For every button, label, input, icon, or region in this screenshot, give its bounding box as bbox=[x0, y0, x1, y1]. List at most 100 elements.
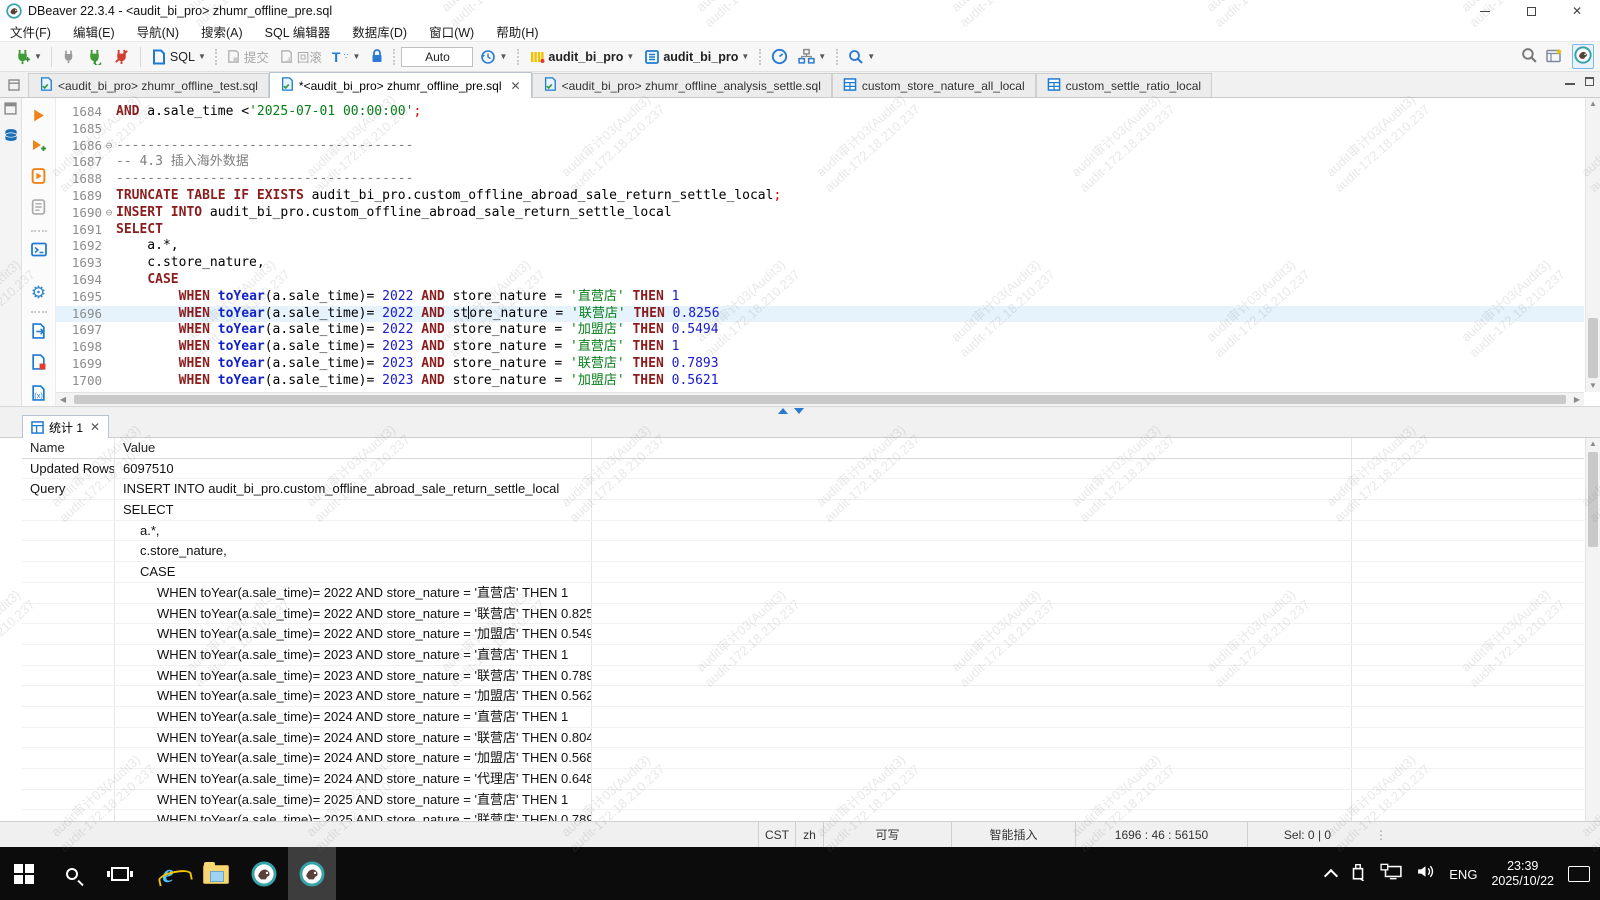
notification-center-icon[interactable] bbox=[1568, 866, 1590, 882]
chevron-down-icon[interactable]: ▼ bbox=[741, 52, 749, 61]
dbeaver-taskbar-button-active[interactable] bbox=[288, 847, 336, 900]
code-line-1700[interactable]: 1700 WHEN toYear(a.sale_time)= 2023 AND … bbox=[56, 373, 1584, 390]
chevron-down-icon[interactable]: ▼ bbox=[499, 52, 507, 61]
code-line-1689[interactable]: 1689TRUNCATE TABLE IF EXISTS audit_bi_pr… bbox=[56, 188, 1584, 205]
autocommit-selector[interactable]: Auto bbox=[401, 47, 473, 67]
table-row-4[interactable]: c.store_nature, bbox=[22, 541, 1584, 562]
file-explorer-button[interactable] bbox=[192, 847, 240, 900]
templates-button[interactable]: (x) bbox=[31, 385, 46, 406]
table-row-13[interactable]: WHEN toYear(a.sale_time)= 2024 AND store… bbox=[22, 728, 1584, 749]
lock-icon[interactable] bbox=[367, 47, 387, 66]
table-row-2[interactable]: SELECT bbox=[22, 500, 1584, 521]
sql-editor[interactable]: 1684AND a.sale_time <'2025-07-01 00:00:0… bbox=[56, 98, 1600, 406]
code-line-1692[interactable]: 1692 a.*, bbox=[56, 238, 1584, 255]
splitter-collapse-down-icon[interactable] bbox=[794, 408, 804, 414]
editor-horizontal-scrollbar[interactable]: ◀ ▶ bbox=[56, 392, 1584, 406]
quick-search-icon[interactable] bbox=[1521, 47, 1538, 67]
menu-item-6[interactable]: 窗口(W) bbox=[429, 22, 474, 41]
table-row-7[interactable]: WHEN toYear(a.sale_time)= 2022 AND store… bbox=[22, 604, 1584, 625]
scroll-up-arrow[interactable]: ▲ bbox=[1586, 98, 1600, 110]
reconnect-button[interactable] bbox=[83, 46, 106, 67]
table-row-6[interactable]: WHEN toYear(a.sale_time)= 2022 AND store… bbox=[22, 583, 1584, 604]
table-row-9[interactable]: WHEN toYear(a.sale_time)= 2023 AND store… bbox=[22, 645, 1584, 666]
tray-expand-icon[interactable] bbox=[1324, 869, 1338, 883]
language-indicator[interactable]: ENG bbox=[1449, 867, 1477, 882]
taskbar-search-button[interactable] bbox=[48, 847, 96, 900]
transaction-mode-button[interactable]: T∵ ▼ bbox=[329, 47, 364, 67]
code-line-1693[interactable]: 1693 c.store_nature, bbox=[56, 255, 1584, 272]
new-connection-button[interactable]: ▼ bbox=[11, 46, 45, 67]
network-tray-icon[interactable] bbox=[1380, 863, 1402, 885]
table-row-8[interactable]: WHEN toYear(a.sale_time)= 2022 AND store… bbox=[22, 624, 1584, 645]
execute-new-tab-button[interactable] bbox=[31, 138, 47, 158]
export-result-button[interactable] bbox=[31, 323, 46, 344]
code-line-1695[interactable]: 1695 WHEN toYear(a.sale_time)= 2022 AND … bbox=[56, 289, 1584, 306]
scroll-down-arrow[interactable]: ▼ bbox=[1586, 380, 1600, 392]
settings-gear-icon[interactable]: ⚙ bbox=[31, 285, 46, 301]
chevron-down-icon[interactable]: ▼ bbox=[34, 52, 42, 61]
menu-item-1[interactable]: 编辑(E) bbox=[73, 22, 115, 41]
disconnect-button[interactable] bbox=[110, 46, 133, 67]
scroll-up-arrow[interactable]: ▲ bbox=[1586, 438, 1600, 450]
code-line-1690[interactable]: 1690⊖INSERT INTO audit_bi_pro.custom_off… bbox=[56, 205, 1584, 222]
panel-splitter[interactable] bbox=[0, 406, 1600, 415]
chevron-down-icon[interactable]: ▼ bbox=[818, 52, 826, 61]
table-row-0[interactable]: Updated Rows6097510 bbox=[22, 459, 1584, 480]
close-icon[interactable]: ✕ bbox=[511, 79, 521, 93]
commit-button[interactable]: 提交 bbox=[223, 45, 272, 68]
status-item-5[interactable]: Sel: 0 | 0 bbox=[1247, 822, 1367, 847]
table-row-10[interactable]: WHEN toYear(a.sale_time)= 2023 AND store… bbox=[22, 666, 1584, 687]
menu-item-2[interactable]: 导航(N) bbox=[137, 22, 179, 41]
minimize-panel-icon[interactable] bbox=[1565, 77, 1575, 85]
fold-marker-icon[interactable]: ⊖ bbox=[102, 205, 116, 222]
code-line-1686[interactable]: 1686⊖-----------------------------------… bbox=[56, 138, 1584, 155]
volume-icon[interactable] bbox=[1416, 863, 1435, 885]
editor-tab-0[interactable]: <audit_bi_pro> zhumr_offline_test.sql bbox=[28, 73, 269, 97]
dashboard-button[interactable] bbox=[768, 46, 791, 67]
menu-item-5[interactable]: 数据库(D) bbox=[352, 22, 407, 41]
table-row-5[interactable]: CASE bbox=[22, 562, 1584, 583]
usb-tray-icon[interactable] bbox=[1350, 863, 1366, 886]
connection-selector[interactable]: audit_bi_pro ▼ bbox=[526, 47, 637, 67]
menu-item-0[interactable]: 文件(F) bbox=[10, 22, 51, 41]
code-line-1685[interactable]: 1685 bbox=[56, 121, 1584, 138]
stats-vertical-scrollbar[interactable]: ▲ bbox=[1585, 438, 1600, 821]
minimize-button[interactable] bbox=[1462, 0, 1508, 22]
table-row-1[interactable]: QueryINSERT INTO audit_bi_pro.custom_off… bbox=[22, 479, 1584, 500]
chevron-down-icon[interactable]: ▼ bbox=[867, 52, 875, 61]
menu-item-7[interactable]: 帮助(H) bbox=[496, 22, 538, 41]
table-row-17[interactable]: WHEN toYear(a.sale_time)= 2025 AND store… bbox=[22, 810, 1584, 821]
editor-tab-4[interactable]: custom_settle_ratio_local bbox=[1036, 73, 1212, 97]
code-line-1687[interactable]: 1687-- 4.3 插入海外数据 bbox=[56, 154, 1584, 171]
menu-item-4[interactable]: SQL 编辑器 bbox=[265, 22, 331, 41]
erd-button[interactable]: ▼ bbox=[795, 46, 829, 67]
restore-view-icon[interactable] bbox=[4, 102, 17, 120]
menu-item-3[interactable]: 搜索(A) bbox=[201, 22, 243, 41]
chevron-down-icon[interactable]: ▼ bbox=[198, 52, 206, 61]
task-view-button[interactable] bbox=[96, 847, 144, 900]
table-row-14[interactable]: WHEN toYear(a.sale_time)= 2024 AND store… bbox=[22, 748, 1584, 769]
perspective-icon[interactable] bbox=[1546, 47, 1564, 67]
column-header-value[interactable]: Value bbox=[115, 438, 592, 458]
table-row-12[interactable]: WHEN toYear(a.sale_time)= 2024 AND store… bbox=[22, 707, 1584, 728]
start-button[interactable] bbox=[0, 847, 48, 900]
save-report-button[interactable] bbox=[31, 354, 46, 375]
sql-editor-button[interactable]: SQL ▼ bbox=[148, 47, 209, 67]
dbeaver-taskbar-button[interactable] bbox=[240, 847, 288, 900]
dbeaver-perspective-button[interactable] bbox=[1572, 44, 1594, 69]
scroll-right-arrow[interactable]: ▶ bbox=[1570, 395, 1584, 404]
editor-tab-2[interactable]: <audit_bi_pro> zhumr_offline_analysis_se… bbox=[532, 73, 832, 97]
chevron-down-icon[interactable]: ▼ bbox=[353, 52, 361, 61]
table-row-3[interactable]: a.*, bbox=[22, 521, 1584, 542]
fold-marker-icon[interactable]: ⊖ bbox=[102, 138, 116, 155]
status-item-4[interactable]: 1696 : 46 : 56150 bbox=[1075, 822, 1247, 847]
close-icon[interactable]: ✕ bbox=[90, 420, 100, 434]
sql-terminal-button[interactable] bbox=[31, 242, 47, 262]
code-line-1697[interactable]: 1697 WHEN toYear(a.sale_time)= 2022 AND … bbox=[56, 322, 1584, 339]
code-line-1684[interactable]: 1684AND a.sale_time <'2025-07-01 00:00:0… bbox=[56, 104, 1584, 121]
rollback-button[interactable]: 回滚 bbox=[276, 45, 325, 68]
code-line-1699[interactable]: 1699 WHEN toYear(a.sale_time)= 2023 AND … bbox=[56, 356, 1584, 373]
database-selector[interactable]: audit_bi_pro ▼ bbox=[641, 47, 752, 67]
column-header-name[interactable]: Name bbox=[22, 438, 115, 458]
status-item-3[interactable]: 智能插入 bbox=[951, 822, 1075, 847]
